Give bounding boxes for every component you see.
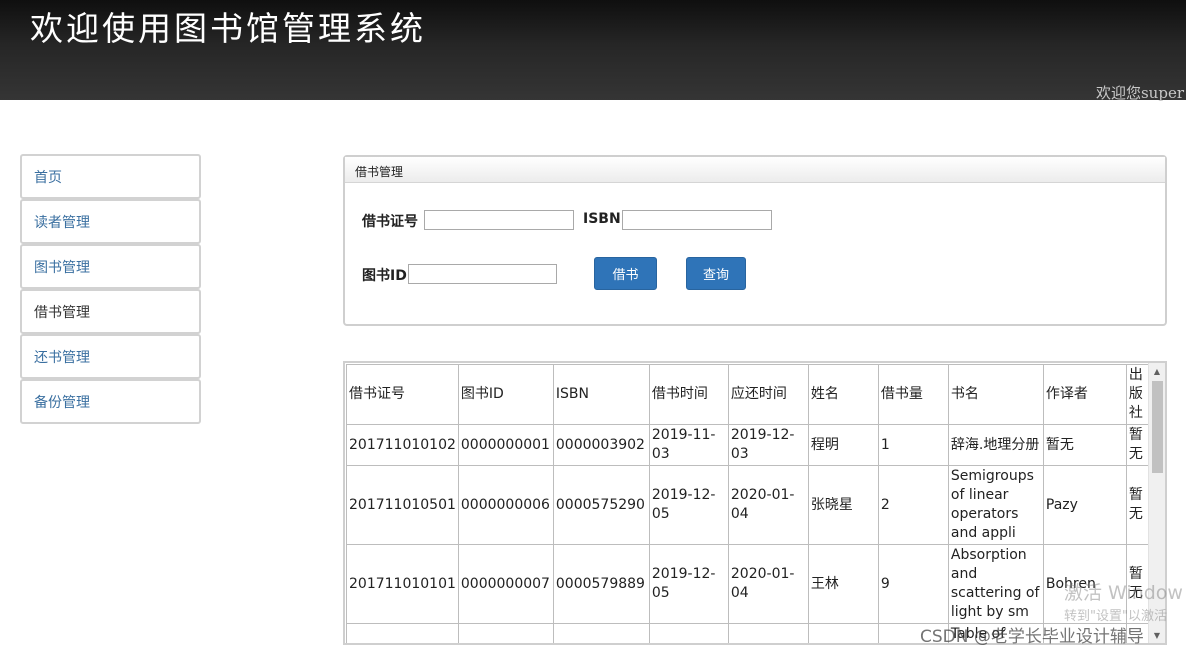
column-header: 借书证号 [346, 364, 459, 425]
sidebar-item-label: 备份管理 [34, 394, 90, 411]
table-cell: 辞海.地理分册 [947, 424, 1044, 466]
table-row: 201711010101 0000000007 0000579889 2019-… [346, 544, 1157, 624]
table-cell [807, 623, 879, 643]
table-row: 201711010102 0000000001 0000003902 2019-… [346, 424, 1157, 466]
column-header: 借书时间 [648, 364, 729, 425]
table-cell: 2020-01-04 [727, 544, 809, 624]
table-cell [648, 623, 729, 643]
scroll-up-arrow-icon[interactable]: ▲ [1149, 363, 1165, 379]
table-cell: 张晓星 [807, 465, 879, 545]
table-cell: 0000003902 [552, 424, 650, 466]
windows-activation-watermark: 激活 Window [1064, 582, 1183, 604]
column-header: 姓名 [807, 364, 879, 425]
table-cell: 2 [877, 465, 949, 545]
welcome-user-text: 欢迎您super [1095, 84, 1184, 102]
borrow-form-panel: 借书管理 借书证号 ISBN 图书ID 借书 查询 [343, 155, 1167, 326]
isbn-label: ISBN [583, 211, 621, 227]
sidebar-item-label: 借书管理 [34, 304, 90, 321]
table-cell: 201711010102 [346, 424, 459, 466]
scrollbar-thumb[interactable] [1152, 381, 1163, 473]
table-cell: 9 [877, 544, 949, 624]
table-cell: 2019-12-05 [648, 465, 729, 545]
column-header: 作译者 [1042, 364, 1127, 425]
sidebar-item-backup[interactable]: 备份管理 [20, 379, 201, 424]
table-cell: Absorption and scattering of light by sm [947, 544, 1044, 624]
table-cell: 暂无 [1042, 424, 1127, 466]
table-cell: 201711010501 [346, 465, 459, 545]
table-cell [457, 623, 554, 643]
borrow-records-table-container: 借书证号 图书ID ISBN 借书时间 应还时间 姓名 借书量 书名 作译者 出… [343, 361, 1167, 645]
borrow-records-table: 借书证号 图书ID ISBN 借书时间 应还时间 姓名 借书量 书名 作译者 出… [346, 364, 1157, 643]
table-cell: 2019-12-05 [648, 544, 729, 624]
table-cell: 0000000007 [457, 544, 554, 624]
table-cell: 0000000001 [457, 424, 554, 466]
sidebar-item-label: 首页 [34, 169, 62, 186]
header-bar: 欢迎使用图书馆管理系统 欢迎您super [0, 0, 1186, 102]
isbn-input[interactable] [622, 210, 772, 230]
sidebar-item-return[interactable]: 还书管理 [20, 334, 201, 379]
table-cell: 2019-12-03 [727, 424, 809, 466]
table-cell [552, 623, 650, 643]
column-header: 借书量 [877, 364, 949, 425]
column-header: ISBN [552, 364, 650, 425]
sidebar-item-label: 读者管理 [34, 214, 90, 231]
table-cell [727, 623, 809, 643]
table-cell: 2020-01-04 [727, 465, 809, 545]
table-row: 201711010501 0000000006 0000575290 2019-… [346, 465, 1157, 545]
table-cell: 201711010101 [346, 544, 459, 624]
sidebar-nav: 首页 读者管理 图书管理 借书管理 还书管理 备份管理 [20, 154, 201, 424]
card-number-input[interactable] [424, 210, 574, 230]
sidebar-item-readers[interactable]: 读者管理 [20, 199, 201, 244]
table-cell: 0000579889 [552, 544, 650, 624]
sidebar-item-borrow[interactable]: 借书管理 [20, 289, 201, 334]
csdn-watermark: CSDN @老学长毕业设计辅导 [920, 627, 1144, 647]
column-header: 应还时间 [727, 364, 809, 425]
book-id-input[interactable] [408, 264, 557, 284]
query-button[interactable]: 查询 [686, 257, 746, 290]
sidebar-item-books[interactable]: 图书管理 [20, 244, 201, 289]
sidebar-item-home[interactable]: 首页 [20, 154, 201, 199]
book-id-label: 图书ID [362, 268, 407, 284]
card-number-label: 借书证号 [362, 214, 418, 230]
panel-title: 借书管理 [345, 157, 1165, 183]
table-cell: 王林 [807, 544, 879, 624]
table-cell: Semigroups of linear operators and appli [947, 465, 1044, 545]
table-cell: 2019-11-03 [648, 424, 729, 466]
table-cell: Pazy [1042, 465, 1127, 545]
table-cell: 程明 [807, 424, 879, 466]
sidebar-item-label: 图书管理 [34, 259, 90, 276]
borrow-button[interactable]: 借书 [594, 257, 657, 290]
scroll-down-arrow-icon[interactable]: ▼ [1149, 627, 1165, 643]
column-header: 书名 [947, 364, 1044, 425]
table-cell: 1 [877, 424, 949, 466]
table-cell: 0000000006 [457, 465, 554, 545]
table-cell [346, 623, 459, 643]
column-header: 图书ID [457, 364, 554, 425]
table-cell: 0000575290 [552, 465, 650, 545]
sidebar-item-label: 还书管理 [34, 349, 90, 366]
app-title: 欢迎使用图书馆管理系统 [30, 9, 426, 48]
